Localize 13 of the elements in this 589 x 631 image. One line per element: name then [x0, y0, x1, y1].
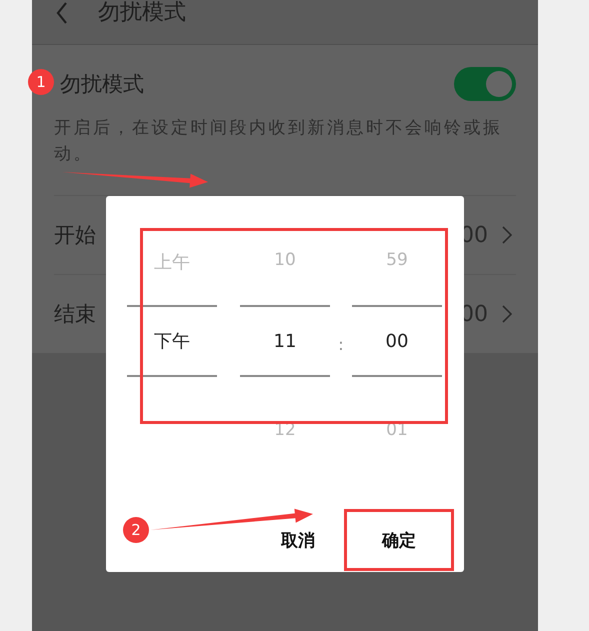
page-title: 勿扰模式 [98, 0, 186, 26]
picker-selected-value[interactable]: 下午 [154, 329, 190, 353]
setting-label: 勿扰模式 [60, 71, 144, 98]
setting-label: 开始 [54, 222, 96, 249]
time-separator: : [337, 334, 345, 356]
back-icon[interactable] [56, 2, 68, 24]
toggle-switch[interactable] [454, 67, 516, 101]
picker-selected-value[interactable]: 00 [386, 330, 408, 352]
confirm-button[interactable]: 确定 [344, 509, 454, 571]
picker-selected-value[interactable]: 11 [274, 330, 296, 352]
chevron-icon [502, 305, 512, 323]
setting-label: 结束 [54, 301, 96, 328]
chevron-icon [502, 226, 512, 244]
